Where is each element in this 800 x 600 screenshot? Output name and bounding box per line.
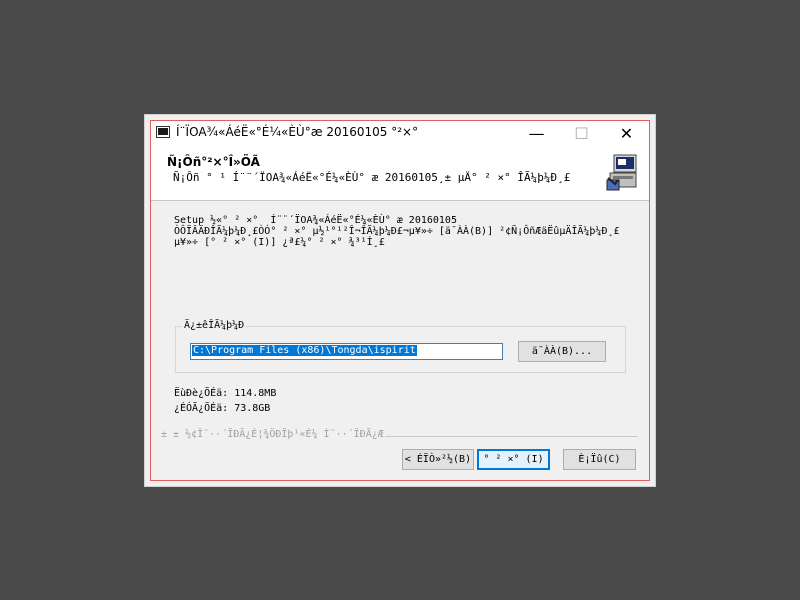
wizard-header: Ñ¡Ôñ°²×°Î»ÖÃ Ñ¡Ôñ ° ¹ Í¨¨´ÏOA¾«ÁéË«°É¼«È… <box>151 146 649 201</box>
close-button[interactable]: ✕ <box>604 121 649 146</box>
browse-button[interactable]: ä¯ÀÀ(B)... <box>518 341 606 362</box>
page-title: Ñ¡Ôñ°²×°Î»ÖÃ <box>167 155 260 169</box>
back-button[interactable]: < ÉÏÒ»²½(B) <box>402 449 474 470</box>
page-subtitle: Ñ¡Ôñ ° ¹ Í¨¨´ÏOA¾«ÁéË«°É¼«ÈÙ° æ 20160105… <box>173 171 571 184</box>
space-available-text: ¿ÉÓÃ¿ÕÉä: 73.8GB <box>174 403 271 414</box>
title-bar[interactable]: Í¨ÏOA¾«ÁéË«°É¼«ÈÙ°æ 20160105 °²×° — ☐ ✕ <box>151 121 649 146</box>
description-line-1: Setup ½«° ² ×° Í¨¨´ÏOA¾«ÁéË«°É¼«ÈÙ° æ 20… <box>174 215 457 226</box>
minimize-button[interactable]: — <box>514 121 559 146</box>
setup-computer-icon <box>606 154 637 191</box>
cancel-button[interactable]: È¡Ïû(C) <box>563 449 636 470</box>
installer-window: Í¨ÏOA¾«ÁéË«°É¼«ÈÙ°æ 20160105 °²×° — ☐ ✕ … <box>144 114 656 487</box>
install-button[interactable]: ° ² ×° (I) <box>477 449 550 470</box>
destination-path-input[interactable]: C:\Program Files (x86)\Tongda\ispirit <box>190 343 503 360</box>
installer-app-icon <box>156 126 170 138</box>
maximize-button[interactable]: ☐ <box>559 121 604 146</box>
description-text: Setup ½«° ² ×° Í¨¨´ÏOA¾«ÁéË«°É¼«ÈÙ° æ 20… <box>174 215 634 248</box>
window-title: Í¨ÏOA¾«ÁéË«°É¼«ÈÙ°æ 20160105 °²×° <box>176 125 419 139</box>
space-required-text: ËùÐè¿ÕÉä: 114.8MB <box>174 388 277 399</box>
description-line-2: ÒÔÏÂÄÐÎÃ¼þ¼Ð¸£ÒÓ° ² ×° µ½¹°¹²Î¬ÎÃ¼þ¼Ð£¬µ… <box>174 226 620 237</box>
destination-path-value: C:\Program Files (x86)\Tongda\ispirit <box>192 345 417 356</box>
description-line-3: µ¥»÷ [° ² ×° (I)] ¿ª£¼° ² ×° ¾³¹Í¸£ <box>174 237 385 248</box>
destination-group-label: Ä¿±êÎÃ¼þ¼Ð <box>182 320 247 331</box>
footer-divider <box>385 436 638 437</box>
branding-text: ± ± ½¢Î¨··´ÏÐÃ¿É¦¾ÖÐÏþ¹«É¼ Í¨··´ÏÐÃ¿Æ <box>161 429 384 440</box>
